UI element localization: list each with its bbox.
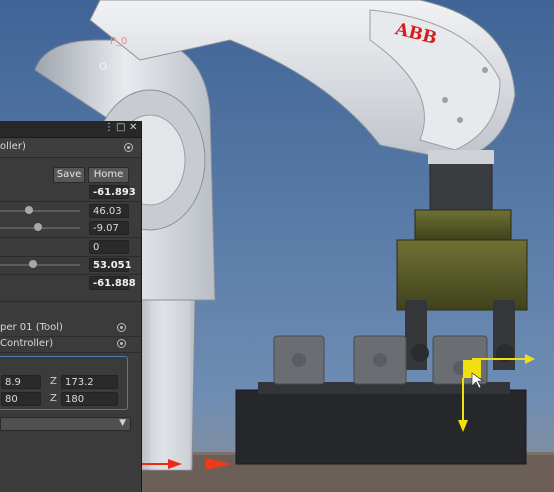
- rotation-z-label: Z: [50, 393, 57, 404]
- controller-component-row[interactable]: Controller): [0, 336, 141, 353]
- position-z-label: Z: [50, 376, 57, 387]
- joint-5-slider-track[interactable]: [0, 264, 80, 266]
- tool-component-label: per 01 (Tool): [0, 322, 63, 333]
- panel-tab-bar: ⋮ □ ✕: [0, 121, 141, 138]
- rotation-z-field[interactable]: 180: [61, 392, 118, 406]
- home-button[interactable]: Home: [88, 167, 129, 183]
- joint-row-5: 53.051: [0, 257, 141, 273]
- joint-row-3: -9.07: [0, 220, 141, 236]
- joint-2-slider-handle[interactable]: [25, 206, 33, 214]
- rotation-x-field[interactable]: 80: [1, 392, 41, 406]
- tool-component-row[interactable]: per 01 (Tool): [0, 320, 141, 337]
- joint-4-value[interactable]: 0: [89, 240, 129, 254]
- mode-dropdown[interactable]: ▼: [0, 417, 131, 431]
- transform-fields-box: 8.9 Z 173.2 80 Z 180: [0, 356, 128, 410]
- controller-component-label: Controller): [0, 338, 54, 349]
- position-x-field[interactable]: 8.9: [1, 375, 41, 389]
- joint-row-2: 46.03: [0, 203, 141, 219]
- joint-5-value[interactable]: 53.051: [89, 258, 132, 272]
- joint-6-value[interactable]: -61.888: [89, 276, 136, 290]
- target-point-label: P_0: [110, 36, 128, 47]
- maximize-icon[interactable]: □: [116, 122, 125, 133]
- controller-title: oller): [0, 141, 26, 152]
- tool-target-icon[interactable]: [117, 323, 126, 332]
- joint-2-slider-track[interactable]: [0, 210, 80, 212]
- joint-5-slider-handle[interactable]: [29, 260, 37, 268]
- position-z-field[interactable]: 173.2: [61, 375, 118, 389]
- joint-1-value[interactable]: -61.893: [89, 185, 136, 199]
- close-icon[interactable]: ✕: [129, 122, 137, 133]
- gripper-body: [414, 209, 512, 241]
- joint-2-value[interactable]: 46.03: [89, 204, 129, 218]
- more-options-icon[interactable]: ⋮: [104, 122, 114, 133]
- save-button[interactable]: Save: [53, 167, 85, 183]
- joint-row-6: -61.888: [0, 275, 141, 291]
- inspector-panel: ⋮ □ ✕ oller) Save Home -61.893 46.03 -9.…: [0, 121, 142, 492]
- controller-header: oller): [0, 138, 141, 158]
- joint-row-4: 0: [0, 239, 141, 255]
- joint-3-value[interactable]: -9.07: [89, 221, 129, 235]
- robot-wrist: [429, 159, 493, 216]
- settings-circle-icon[interactable]: [124, 143, 133, 152]
- chevron-down-icon: ▼: [119, 418, 126, 428]
- joint-3-slider-handle[interactable]: [34, 223, 42, 231]
- work-table: [235, 389, 527, 465]
- joint-row-1: -61.893: [0, 184, 141, 200]
- controller-target-icon[interactable]: [117, 339, 126, 348]
